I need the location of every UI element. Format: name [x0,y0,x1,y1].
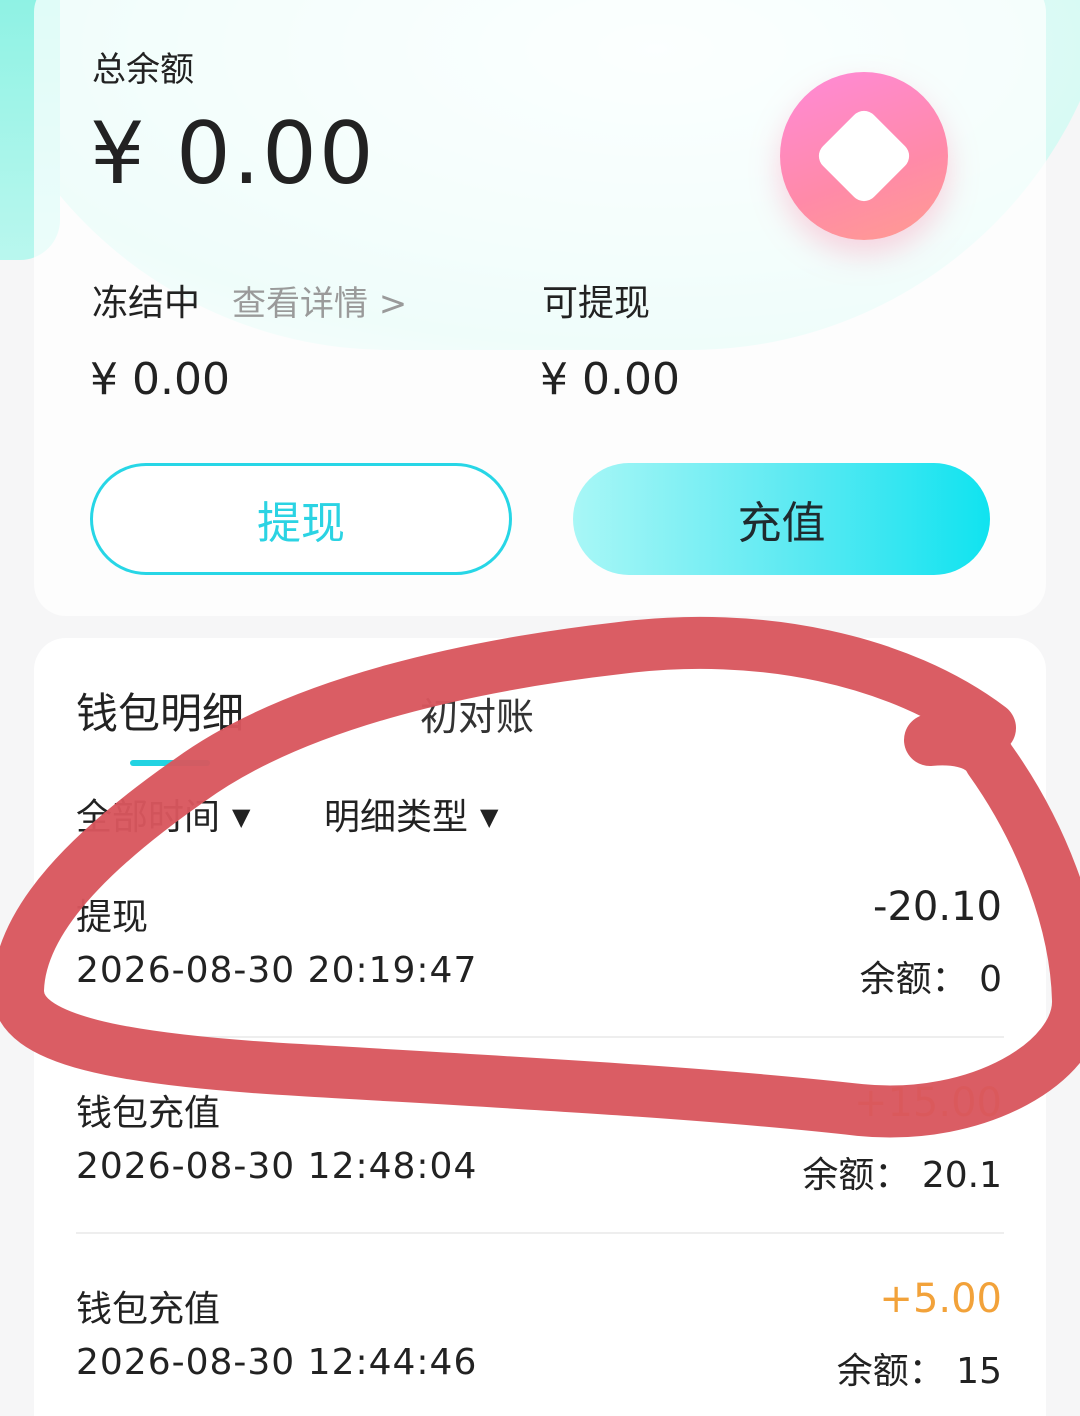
filter-type-dropdown[interactable]: 明细类型 ▼ [324,788,498,840]
total-balance-amount: ¥ 0.00 [90,104,376,204]
transaction-title: 钱包充值 [76,1289,221,1330]
transaction-time: 2026-08-30 12:44:46 [76,1342,478,1383]
diamond-icon [813,105,915,207]
withdrawable-label: 可提现 [542,283,651,324]
withdrawable-amount: ¥ 0.00 [540,354,680,405]
transaction-amount: +5.00 [879,1276,1002,1322]
transaction-title: 钱包充值 [76,1093,221,1134]
transaction-balance: 余额： 0 [859,959,1002,1000]
transaction-time: 2026-08-30 12:48:04 [76,1146,478,1187]
filter-type-label: 明细类型 [324,797,469,838]
divider [76,1232,1004,1234]
transaction-balance: 余额： 15 [836,1351,1002,1392]
transaction-amount: -20.10 [873,884,1002,930]
transaction-balance: 余额： 20.1 [802,1155,1002,1196]
coin-icon [780,72,948,240]
transaction-amount: +15.00 [853,1080,1002,1126]
transaction-time: 2026-08-30 20:19:47 [76,950,478,991]
total-balance-label: 总余额 [92,50,194,90]
view-details-link[interactable]: 查看详情 > [232,276,407,325]
transaction-title: 提现 [76,897,149,938]
withdraw-button[interactable]: 提现 [90,463,512,575]
frozen-amount: ¥ 0.00 [90,354,230,405]
recharge-button[interactable]: 充值 [573,463,990,575]
frozen-label: 冻结中 [92,283,201,324]
tab-reconciliation[interactable]: 初对账 [420,686,534,741]
tab-active-indicator [130,760,210,766]
divider [76,1036,1004,1038]
tab-wallet-details[interactable]: 钱包明细 [76,680,244,741]
filter-time-dropdown[interactable]: 全部时间 ▼ [76,788,250,840]
caret-down-icon: ▼ [480,803,499,831]
filter-time-label: 全部时间 [76,797,221,838]
caret-down-icon: ▼ [232,803,251,831]
